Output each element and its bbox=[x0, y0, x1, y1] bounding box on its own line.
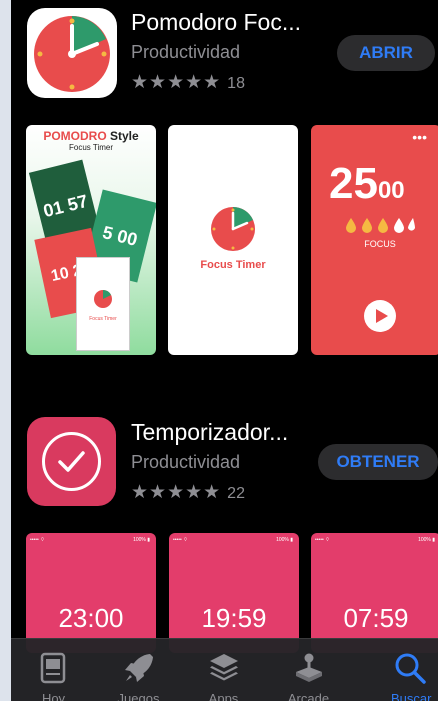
promo-phone-mini: Focus Timer bbox=[76, 257, 130, 351]
promo-title: POMODRO Style bbox=[43, 129, 139, 143]
rating-count: 18 bbox=[227, 75, 245, 92]
tab-label: Buscar bbox=[391, 691, 432, 701]
tab-label: Hoy bbox=[41, 691, 66, 701]
tab-apps[interactable]: Apps bbox=[181, 639, 266, 701]
star-icons: ★★★★★ bbox=[131, 482, 222, 503]
tab-bar: Hoy Juegos Apps Arcade Buscar bbox=[11, 638, 438, 701]
tomato-timer-icon bbox=[34, 16, 110, 92]
play-button-icon bbox=[364, 300, 396, 332]
tomato-timer-icon bbox=[211, 207, 255, 251]
drop-icons bbox=[345, 217, 415, 238]
open-button[interactable]: ABRIR bbox=[337, 35, 435, 71]
app-store-screen: Pomodoro Foc... Productividad ★★★★★ 18 AB… bbox=[11, 0, 438, 701]
tab-label: Arcade bbox=[287, 691, 330, 701]
screenshot-3[interactable]: ••••• ⌔ 100% ▮ 07:59 bbox=[311, 533, 438, 653]
temporizador-app-icon[interactable] bbox=[27, 417, 116, 506]
search-icon bbox=[395, 653, 426, 684]
tomato-mini-icon bbox=[94, 290, 112, 308]
rating-count: 22 bbox=[227, 485, 245, 502]
app-category: Productividad bbox=[131, 452, 241, 472]
more-dots-icon: ••• bbox=[412, 129, 427, 145]
mini-label: Focus Timer bbox=[89, 316, 117, 322]
today-icon bbox=[40, 652, 66, 684]
timer-time: 19:59 bbox=[201, 603, 267, 633]
screenshot-2[interactable]: ••••• ⌔ 100% ▮ 19:59 bbox=[169, 533, 299, 653]
tab-label: Juegos bbox=[117, 691, 160, 701]
focus-timer-label: Focus Timer bbox=[200, 259, 266, 271]
tab-arcade[interactable]: Arcade bbox=[266, 639, 351, 701]
timer-display: 2500 bbox=[329, 159, 405, 208]
screenshot-1[interactable]: ••••• ⌔ 100% ▮ 23:00 bbox=[26, 533, 156, 653]
tab-label: Apps bbox=[208, 691, 239, 701]
get-button[interactable]: OBTENER bbox=[318, 444, 438, 480]
focus-label: FOCUS bbox=[364, 239, 396, 249]
rating-stars: ★★★★★ 18 bbox=[131, 71, 245, 94]
layers-icon bbox=[210, 654, 238, 681]
app-title[interactable]: Pomodoro Foc... bbox=[131, 9, 301, 36]
timer-time: 23:00 bbox=[58, 603, 124, 633]
screenshot-3[interactable]: ••• 2500 FOCUS bbox=[311, 125, 438, 355]
promo-subtitle: Focus Timer bbox=[68, 143, 113, 152]
tab-search[interactable]: Buscar bbox=[351, 639, 436, 701]
checkmark-timer-icon bbox=[42, 432, 101, 491]
screenshot-1[interactable]: POMODRO Style Focus Timer 01 57 5 00 10 … bbox=[26, 125, 156, 355]
tab-today[interactable]: Hoy bbox=[11, 639, 96, 701]
app-category: Productividad bbox=[131, 42, 241, 62]
app-title[interactable]: Temporizador... bbox=[131, 419, 288, 446]
star-icons: ★★★★★ bbox=[131, 72, 222, 93]
tab-games[interactable]: Juegos bbox=[96, 639, 181, 701]
rating-stars: ★★★★★ 22 bbox=[131, 481, 245, 504]
timer-time: 07:59 bbox=[343, 603, 409, 633]
pomodoro-app-icon[interactable] bbox=[27, 8, 117, 98]
screenshot-2[interactable]: Focus Timer bbox=[168, 125, 298, 355]
joystick-icon bbox=[296, 653, 322, 682]
rocket-icon bbox=[125, 654, 153, 682]
